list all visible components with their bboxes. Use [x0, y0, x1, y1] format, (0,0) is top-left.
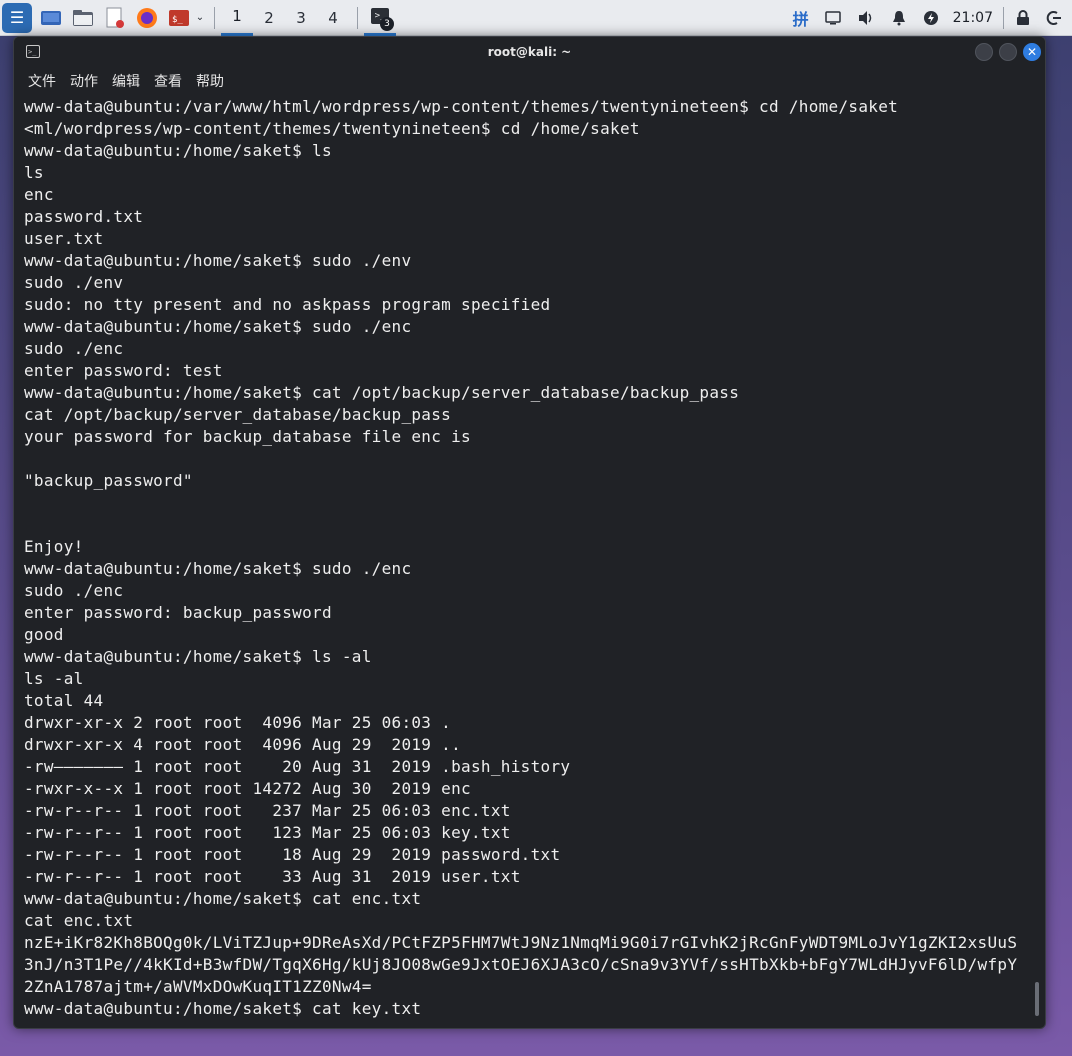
terminal-launcher-icon[interactable]: $_ — [166, 5, 192, 31]
terminal-output[interactable]: www-data@ubuntu:/var/www/html/wordpress/… — [24, 96, 1031, 1028]
terminal-line: nzE+iKr82Kh8BOQg0k/LViTZJup+9DReAsXd/PCt… — [24, 933, 1018, 952]
top-panel: ☰ $_ ⌄ 1 2 3 4 >_ 3 拼 21:07 — [0, 0, 1072, 36]
terminal-line: good — [24, 625, 64, 644]
minimize-button[interactable] — [975, 43, 993, 61]
window-title: root@kali: ~ — [487, 45, 572, 59]
terminal-line: enc — [24, 185, 54, 204]
terminal-line: www-data@ubuntu:/home/saket$ cat enc.txt — [24, 889, 422, 908]
terminal-line: 2ZnA1787ajtm+/aWVMxDOwKuqIT1ZZ0Nw4= — [24, 977, 372, 996]
separator — [214, 6, 215, 29]
clock[interactable]: 21:07 — [953, 10, 993, 26]
close-button[interactable]: ✕ — [1023, 43, 1041, 61]
workspace-2[interactable]: 2 — [253, 0, 285, 36]
terminal-line: www-data@ubuntu:/home/saket$ ls -al — [24, 647, 372, 666]
terminal-line: password.txt — [24, 207, 144, 226]
maximize-button[interactable] — [999, 43, 1017, 61]
text-editor-icon[interactable] — [102, 5, 128, 31]
terminal-line: 3nJ/n3T1Pe//4kKId+B3wfDW/TgqX6Hg/kUj8JO0… — [24, 955, 1018, 974]
terminal-line: sudo ./enc — [24, 339, 124, 358]
terminal-line: -rw-r--r-- 1 root root 237 Mar 25 06:03 … — [24, 801, 511, 820]
terminal-line: cat enc.txt — [24, 911, 134, 930]
display-icon[interactable] — [824, 11, 841, 25]
system-tray: 拼 21:07 — [785, 0, 1072, 36]
terminal-line: your password for backup_database file e… — [24, 427, 471, 446]
terminal-line: sudo: no tty present and no askpass prog… — [24, 295, 551, 314]
notification-bell-icon[interactable] — [891, 10, 907, 26]
separator — [357, 6, 358, 29]
terminal-line: user.txt — [24, 229, 104, 248]
scrollbar[interactable] — [1035, 982, 1039, 1016]
menu-actions[interactable]: 动作 — [70, 71, 98, 91]
terminal-line: sudo ./enc — [24, 581, 124, 600]
terminal-line: -rw——————— 1 root root 20 Aug 31 2019 .b… — [24, 757, 571, 776]
menu-edit[interactable]: 编辑 — [112, 71, 140, 91]
menu-help[interactable]: 帮助 — [196, 71, 224, 91]
kali-menu-icon[interactable]: ☰ — [2, 2, 32, 33]
terminal-line: -rw-r--r-- 1 root root 33 Aug 31 2019 us… — [24, 867, 521, 886]
terminal-line: <ml/wordpress/wp-content/themes/twentyni… — [24, 119, 640, 138]
menu-view[interactable]: 查看 — [154, 71, 182, 91]
firefox-icon[interactable] — [134, 5, 160, 31]
terminal-line: "backup_password" — [24, 471, 193, 490]
terminal-line: ls — [24, 163, 44, 182]
menu-file[interactable]: 文件 — [28, 71, 56, 91]
terminal-line: -rw-r--r-- 1 root root 123 Mar 25 06:03 … — [24, 823, 511, 842]
terminal-line: drwxr-xr-x 4 root root 4096 Aug 29 2019 … — [24, 735, 462, 754]
terminal-line: drwxr-xr-x 2 root root 4096 Mar 25 06:03… — [24, 713, 452, 732]
terminal-line: enter password: backup_password — [24, 603, 332, 622]
terminal-line: -rw-r--r-- 1 root root 18 Aug 29 2019 pa… — [24, 845, 561, 864]
workspace-4[interactable]: 4 — [317, 0, 349, 36]
svg-text:$_: $_ — [172, 15, 183, 25]
logout-icon[interactable] — [1046, 10, 1062, 26]
terminal-line: www-data@ubuntu:/home/saket$ sudo ./env — [24, 251, 412, 270]
terminal-line: www-data@ubuntu:/home/saket$ sudo ./enc — [24, 559, 412, 578]
input-method-indicator[interactable]: 拼 — [793, 6, 809, 30]
terminal-window: >_ root@kali: ~ ✕ 文件 动作 编辑 查看 帮助 www-dat… — [13, 36, 1046, 1029]
terminal-line: www-data@ubuntu:/home/saket$ cat key.txt — [24, 999, 422, 1018]
window-titlebar[interactable]: >_ root@kali: ~ ✕ — [14, 37, 1045, 68]
show-desktop-icon[interactable] — [38, 5, 64, 31]
separator — [1003, 7, 1004, 29]
terminal-line: cat /opt/backup/server_database/backup_p… — [24, 405, 452, 424]
terminal-line: -rwxr-x--x 1 root root 14272 Aug 30 2019… — [24, 779, 471, 798]
terminal-line: sudo ./env — [24, 273, 124, 292]
terminal-line: www-data@ubuntu:/home/saket$ ls — [24, 141, 332, 160]
lock-screen-icon[interactable] — [1016, 10, 1030, 26]
terminal-line: www-data@ubuntu:/var/www/html/wordpress/… — [24, 97, 899, 116]
terminal-line: enter password: test — [24, 361, 223, 380]
terminal-line: total 44 — [24, 691, 104, 710]
menu-bar: 文件 动作 编辑 查看 帮助 — [14, 68, 1045, 94]
terminal-line: www-data@ubuntu:/home/saket$ cat /opt/ba… — [24, 383, 740, 402]
terminal-line: ls -al — [24, 669, 84, 688]
power-manager-icon[interactable] — [923, 10, 939, 26]
chevron-down-icon[interactable]: ⌄ — [194, 5, 206, 31]
terminal-task-button[interactable]: >_ 3 — [364, 0, 396, 36]
volume-icon[interactable] — [857, 10, 875, 26]
terminal-line: Enjoy! — [24, 537, 84, 556]
workspace-1[interactable]: 1 — [221, 0, 253, 36]
file-manager-icon[interactable] — [70, 5, 96, 31]
workspace-3[interactable]: 3 — [285, 0, 317, 36]
window-count-badge: 3 — [380, 16, 394, 31]
terminal-line: www-data@ubuntu:/home/saket$ sudo ./enc — [24, 317, 412, 336]
